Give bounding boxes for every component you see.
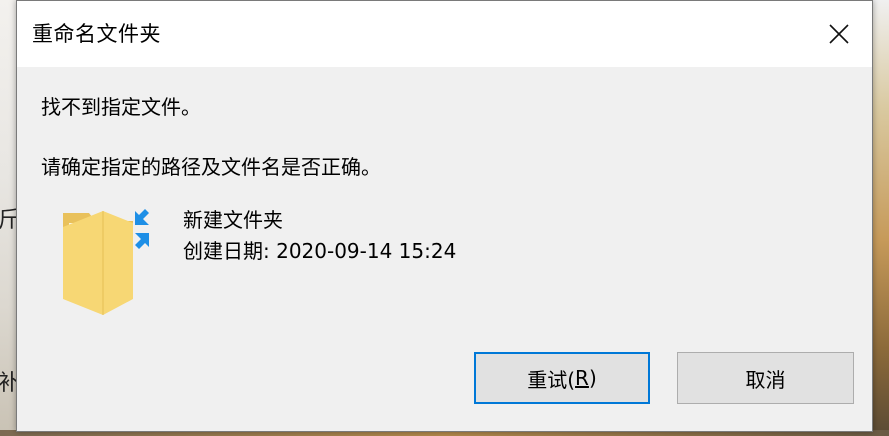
cancel-button[interactable]: 取消 — [677, 352, 854, 404]
file-created-date: 创建日期: 2020-09-14 15:24 — [183, 239, 457, 263]
hint-message: 请确定指定的路径及文件名是否正确。 — [41, 155, 381, 179]
compress-arrows-icon — [135, 209, 149, 249]
rename-folder-dialog: 重命名文件夹 找不到指定文件。 请确定指定的路径及文件名是否正确。 新建文件夹 … — [16, 0, 873, 432]
file-name: 新建文件夹 — [183, 208, 283, 232]
close-button[interactable] — [806, 1, 872, 67]
title-bar[interactable]: 重命名文件夹 — [17, 1, 872, 67]
error-message: 找不到指定文件。 — [41, 95, 201, 119]
retry-button[interactable]: 重试(R) — [474, 352, 650, 404]
retry-button-label-prefix: 重试( — [527, 367, 576, 392]
dialog-title: 重命名文件夹 — [32, 22, 161, 46]
retry-button-accelerator: R — [575, 366, 589, 390]
folder-icon — [63, 209, 149, 315]
close-icon — [829, 24, 849, 44]
retry-button-label-suffix: ) — [588, 366, 597, 390]
